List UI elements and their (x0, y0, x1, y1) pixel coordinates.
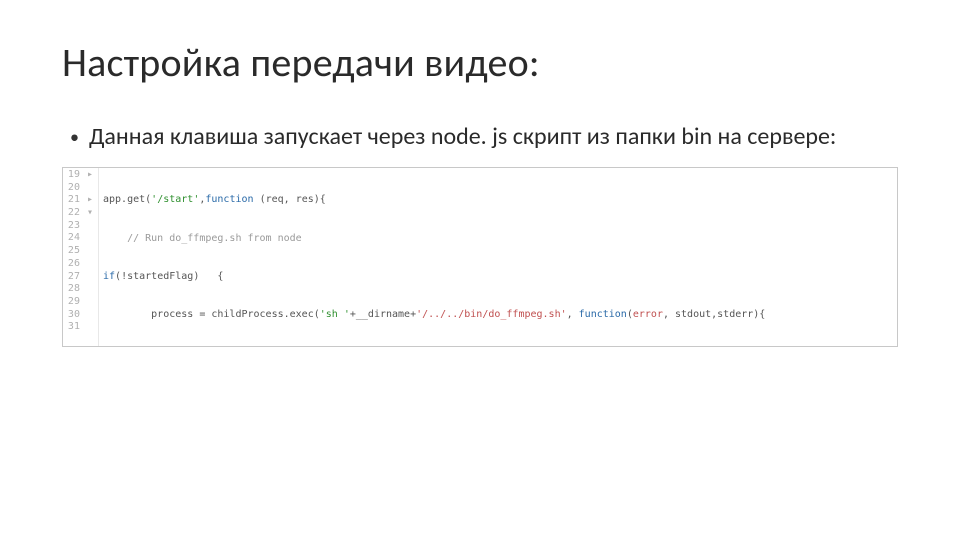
slide: Настройка передачи видео: • Данная клави… (0, 0, 960, 347)
line-number: 27 (63, 271, 94, 284)
line-number-gutter: 19 ▸ 20 21 ▸ 22 ▾ 23 24 25 26 27 28 29 3… (63, 168, 99, 346)
slide-title: Настройка передачи видео: (62, 38, 898, 87)
bullet-row: • Данная клавиша запускает через node. j… (62, 121, 898, 153)
code-line: // Run do_ffmpeg.sh from node (103, 233, 897, 246)
line-number: 21 ▸ (63, 194, 94, 207)
fold-icon: ▸ (86, 169, 94, 182)
line-number: 31 (63, 321, 94, 334)
code-line: if(!startedFlag) { (103, 271, 897, 284)
line-number: 25 (63, 245, 94, 258)
fold-icon: ▸ (86, 194, 94, 207)
bullet-dot-icon: • (70, 121, 79, 153)
code-screenshot: 19 ▸ 20 21 ▸ 22 ▾ 23 24 25 26 27 28 29 3… (62, 167, 898, 347)
code-line: app.get('/start',function (req, res){ (103, 194, 897, 207)
fold-icon: ▾ (86, 207, 94, 220)
line-number: 22 ▾ (63, 207, 94, 220)
line-number: 30 (63, 309, 94, 322)
line-number: 26 (63, 258, 94, 271)
line-number: 19 ▸ (63, 169, 94, 182)
code-line: process = childProcess.exec('sh '+__dirn… (103, 309, 897, 322)
line-number: 24 (63, 232, 94, 245)
line-number: 28 (63, 283, 94, 296)
line-number: 23 (63, 220, 94, 233)
code-area: app.get('/start',function (req, res){ //… (103, 168, 897, 346)
bullet-text: Данная клавиша запускает через node. js … (89, 121, 836, 153)
line-number: 29 (63, 296, 94, 309)
line-number: 20 (63, 182, 94, 195)
